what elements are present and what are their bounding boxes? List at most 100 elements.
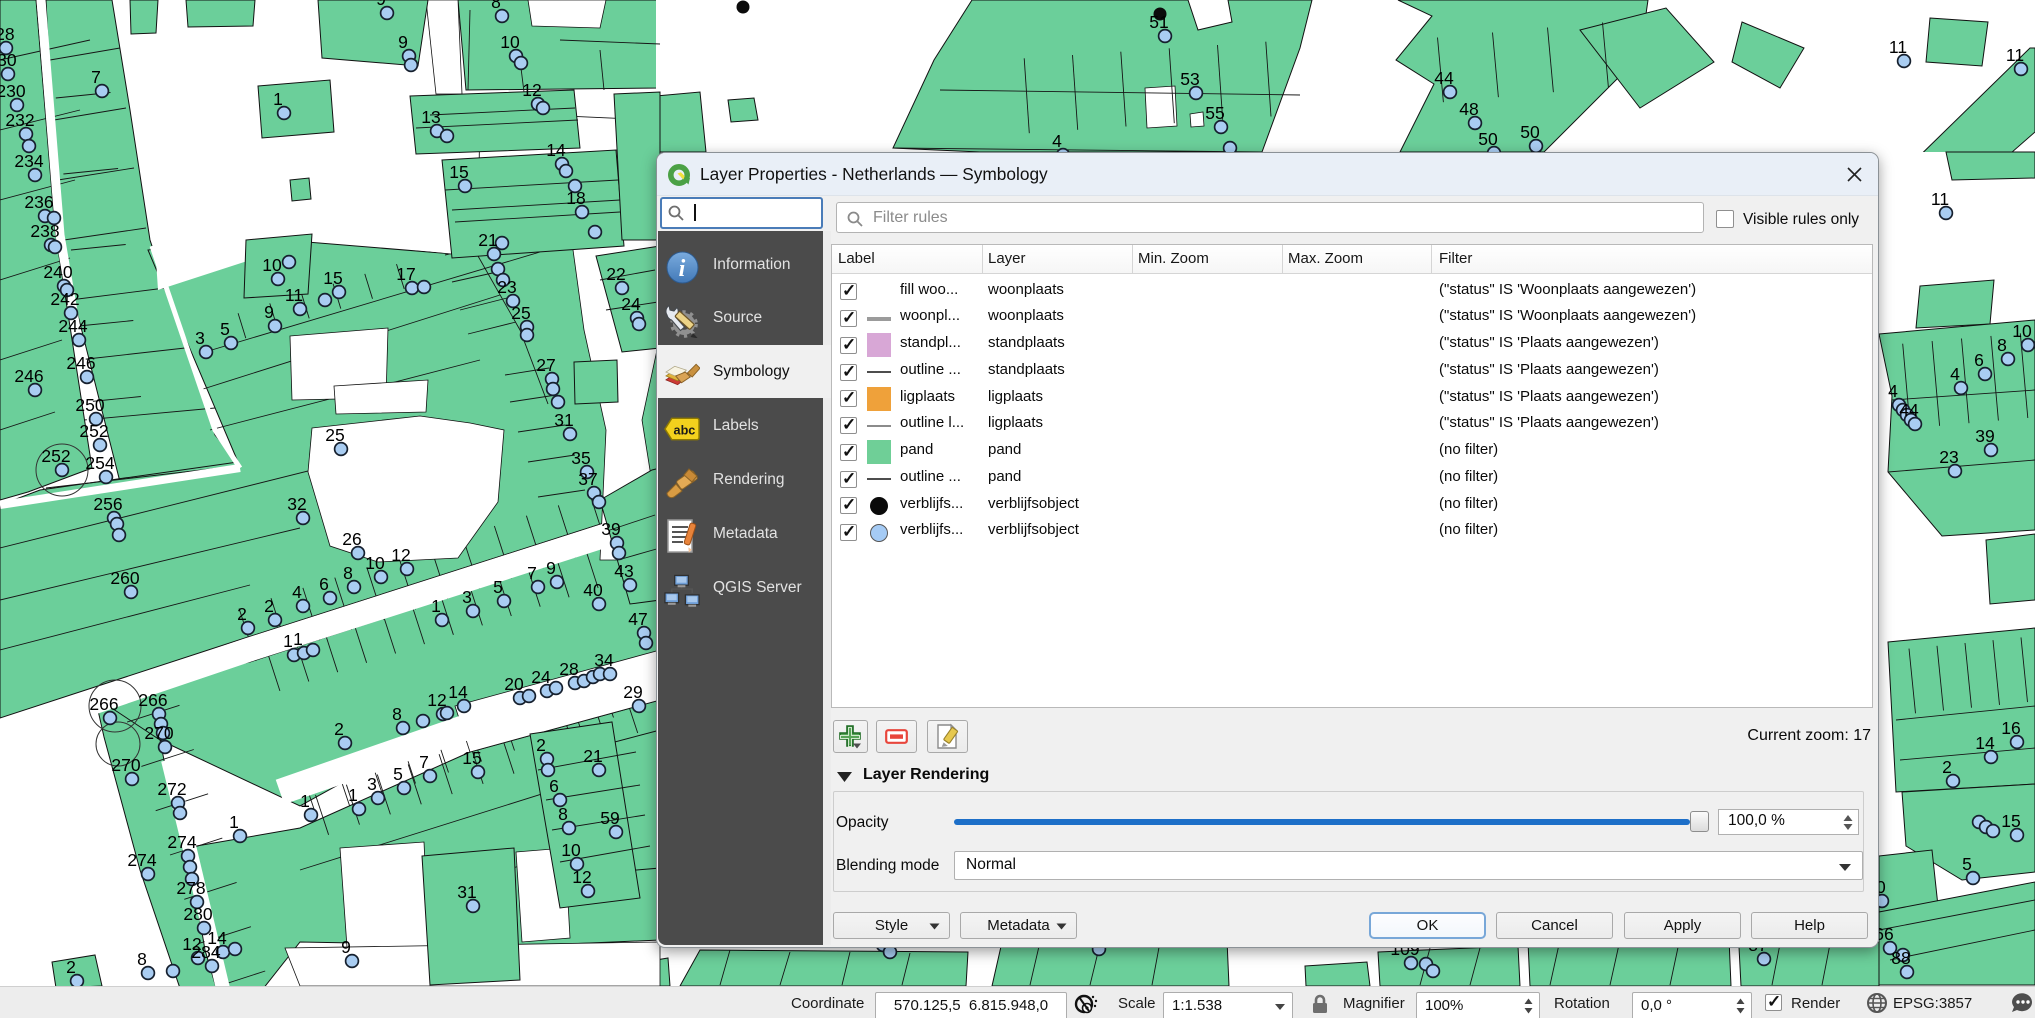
- svg-text:44: 44: [1899, 400, 1919, 420]
- svg-text:5: 5: [393, 764, 403, 784]
- svg-text:11: 11: [285, 285, 303, 305]
- svg-text:13: 13: [421, 107, 440, 127]
- svg-text:6: 6: [319, 574, 329, 594]
- svg-text:35: 35: [571, 448, 590, 468]
- svg-text:1: 1: [431, 596, 441, 616]
- svg-text:37: 37: [578, 469, 597, 489]
- svg-text:10: 10: [262, 255, 282, 275]
- svg-text:5: 5: [1962, 854, 1972, 874]
- svg-text:39: 39: [601, 519, 620, 539]
- svg-text:43: 43: [614, 561, 633, 581]
- svg-text:12: 12: [522, 80, 541, 100]
- svg-text:11: 11: [1931, 189, 1949, 209]
- svg-text:7: 7: [527, 563, 537, 583]
- svg-text:266: 266: [138, 690, 167, 710]
- svg-text:14: 14: [1975, 733, 1995, 753]
- svg-text:252: 252: [41, 446, 70, 466]
- svg-text:15: 15: [2001, 811, 2020, 831]
- svg-text:4: 4: [1950, 364, 1960, 384]
- svg-text:2: 2: [66, 957, 76, 977]
- svg-text:8: 8: [1997, 335, 2007, 355]
- svg-text:5: 5: [220, 319, 230, 339]
- svg-text:29: 29: [623, 682, 642, 702]
- svg-text:1: 1: [273, 89, 283, 109]
- svg-text:10: 10: [500, 32, 520, 52]
- svg-text:10: 10: [2012, 321, 2032, 341]
- svg-text:1: 1: [348, 785, 358, 805]
- svg-text:88: 88: [1891, 948, 1910, 968]
- svg-text:1: 1: [293, 629, 303, 649]
- svg-text:9: 9: [341, 937, 351, 957]
- svg-text:232: 232: [5, 110, 34, 130]
- svg-text:10: 10: [365, 553, 385, 573]
- svg-text:270: 270: [144, 723, 173, 743]
- svg-text:230: 230: [0, 50, 17, 70]
- svg-text:51: 51: [1149, 12, 1168, 32]
- svg-text:14: 14: [448, 682, 468, 702]
- svg-text:8: 8: [558, 804, 568, 824]
- svg-text:18: 18: [566, 188, 585, 208]
- svg-text:15: 15: [323, 268, 342, 288]
- svg-text:21: 21: [478, 230, 497, 250]
- svg-text:254: 254: [85, 453, 114, 473]
- svg-text:244: 244: [58, 316, 87, 336]
- svg-text:272: 272: [157, 779, 186, 799]
- svg-text:12: 12: [572, 867, 591, 887]
- svg-text:4: 4: [292, 582, 302, 602]
- svg-text:234: 234: [14, 151, 43, 171]
- svg-text:20: 20: [504, 674, 524, 694]
- svg-text:236: 236: [24, 192, 53, 212]
- svg-text:39: 39: [1975, 426, 1994, 446]
- svg-text:8: 8: [392, 704, 402, 724]
- svg-text:15: 15: [462, 748, 481, 768]
- svg-text:25: 25: [511, 303, 530, 323]
- svg-text:12: 12: [427, 690, 446, 710]
- svg-text:32: 32: [287, 494, 306, 514]
- svg-text:34: 34: [594, 650, 614, 670]
- svg-text:55: 55: [1205, 103, 1224, 123]
- svg-text:48: 48: [1459, 99, 1478, 119]
- svg-text:12: 12: [391, 545, 410, 565]
- svg-text:256: 256: [93, 494, 122, 514]
- svg-text:260: 260: [110, 568, 139, 588]
- svg-text:242: 242: [50, 289, 79, 309]
- svg-text:31: 31: [457, 882, 476, 902]
- svg-text:280: 280: [183, 904, 212, 924]
- svg-text:9: 9: [398, 32, 408, 52]
- svg-text:31: 31: [554, 410, 573, 430]
- svg-text:1: 1: [300, 791, 310, 811]
- svg-text:1: 1: [229, 812, 239, 832]
- svg-text:17: 17: [396, 264, 415, 284]
- svg-text:24: 24: [621, 294, 641, 314]
- svg-text:44: 44: [1434, 68, 1454, 88]
- svg-text:250: 250: [75, 395, 104, 415]
- svg-text:11: 11: [2006, 45, 2024, 65]
- svg-text:228: 228: [0, 24, 15, 44]
- svg-text:6: 6: [1974, 350, 1984, 370]
- svg-text:40: 40: [583, 580, 603, 600]
- svg-text:4: 4: [1888, 381, 1898, 401]
- svg-text:246: 246: [66, 353, 95, 373]
- svg-text:2: 2: [536, 735, 546, 755]
- svg-text:27: 27: [536, 355, 555, 375]
- svg-text:4: 4: [1052, 131, 1062, 151]
- svg-text:26: 26: [342, 529, 361, 549]
- svg-text:11: 11: [1889, 37, 1907, 57]
- svg-text:3: 3: [462, 587, 472, 607]
- svg-text:8: 8: [343, 563, 353, 583]
- svg-text:15: 15: [449, 162, 468, 182]
- svg-text:246: 246: [14, 366, 43, 386]
- svg-text:230: 230: [0, 81, 26, 101]
- svg-text:2: 2: [1942, 757, 1952, 777]
- svg-text:7: 7: [91, 67, 101, 87]
- svg-text:3: 3: [367, 774, 377, 794]
- svg-text:24: 24: [531, 667, 551, 687]
- svg-text:8: 8: [491, 0, 501, 12]
- svg-text:2: 2: [264, 596, 274, 616]
- svg-text:9: 9: [546, 558, 556, 578]
- svg-text:238: 238: [30, 221, 59, 241]
- svg-text:23: 23: [1939, 447, 1958, 467]
- svg-text:47: 47: [628, 609, 647, 629]
- svg-text:50: 50: [1520, 122, 1540, 142]
- svg-text:i: i: [678, 256, 685, 282]
